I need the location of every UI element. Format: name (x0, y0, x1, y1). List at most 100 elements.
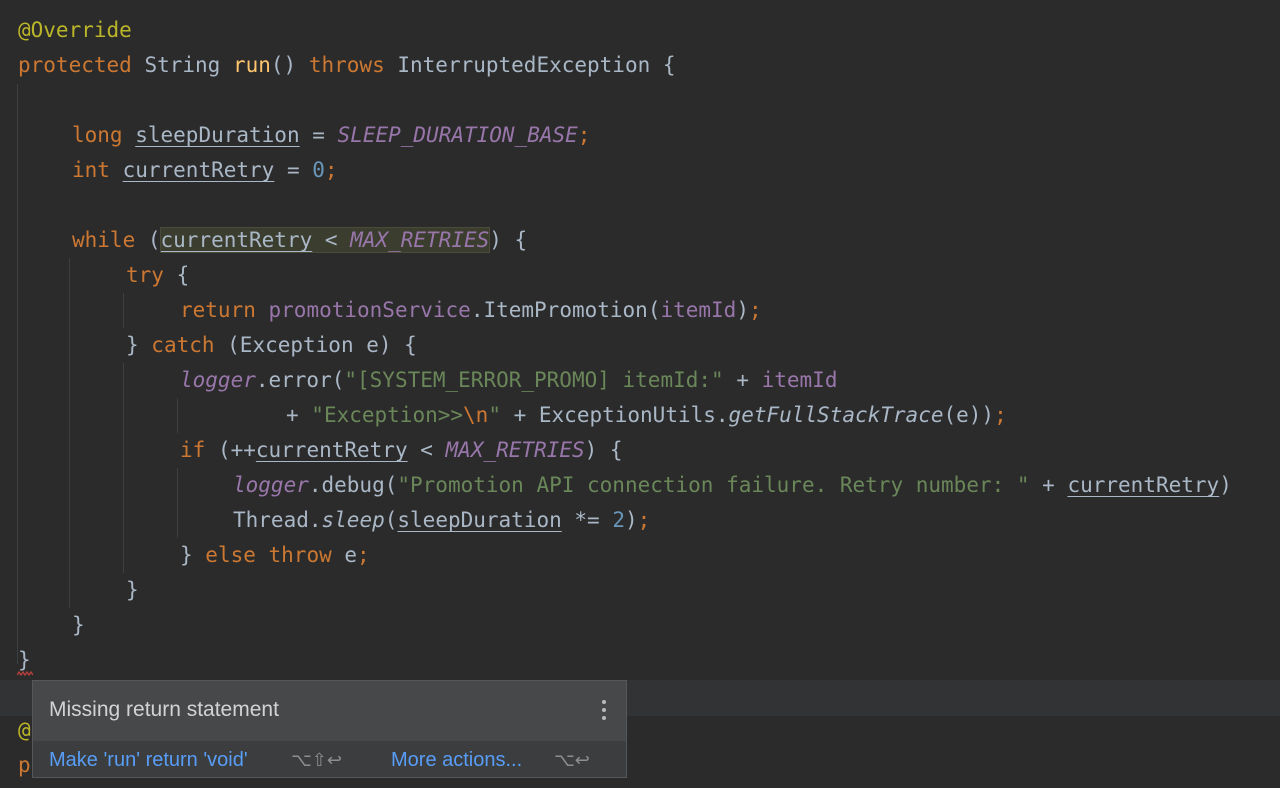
escape-sequence: \n (463, 403, 489, 427)
static-method: sleep (321, 508, 385, 532)
operator: (++ (205, 438, 256, 462)
code-line-6[interactable]: try { (126, 258, 189, 293)
variable: currentRetry (255, 438, 408, 462)
constant: MAX_RETRIES (350, 228, 490, 252)
keyword: try (126, 263, 164, 287)
static-method: getFullStackTrace (728, 403, 944, 427)
field: itemId (660, 298, 737, 322)
brace: } (126, 578, 139, 602)
indent-guide (123, 293, 124, 328)
more-actions-link[interactable]: More actions... (391, 749, 522, 772)
variable: sleepDuration (135, 123, 300, 147)
indent-guide (177, 468, 178, 538)
operator: + (723, 368, 762, 392)
method-call: .debug( (308, 473, 398, 497)
paren: ) { (584, 438, 623, 462)
brace: } (180, 543, 206, 567)
variable: currentRetry (160, 228, 313, 252)
code-line-15[interactable]: } (126, 573, 139, 608)
code-line-5[interactable]: while (currentRetry < MAX_RETRIES) { (72, 223, 527, 258)
operator: = (299, 123, 338, 147)
static-field: logger (180, 368, 256, 392)
parens: () (270, 53, 297, 77)
method-name: run (232, 53, 271, 77)
make-void-action[interactable]: Make 'run' return 'void' (49, 749, 248, 772)
code-line-12[interactable]: logger.debug("Promotion API connection f… (233, 468, 1232, 503)
code-line-9[interactable]: logger.error("[SYSTEM_ERROR_PROMO] itemI… (180, 363, 837, 398)
keyword: else throw (205, 543, 332, 567)
string: "Exception>> (311, 403, 464, 427)
popup-header: Missing return statement (33, 681, 626, 739)
indent-guide (177, 398, 178, 433)
code-line-11[interactable]: if (++currentRetry < MAX_RETRIES) { (180, 433, 623, 468)
operator: + (1029, 473, 1068, 497)
method-call: .error( (255, 368, 345, 392)
semicolon: ; (324, 158, 338, 182)
code-line-4[interactable]: int currentRetry = 0; (72, 153, 338, 188)
keyword: protected (18, 53, 132, 77)
inspection-popup: Missing return statement Make 'run' retu… (32, 680, 627, 778)
variable: currentRetry (122, 158, 275, 182)
code-line-2[interactable]: protected String run() throws Interrupte… (18, 48, 676, 83)
operator: *= (561, 508, 613, 532)
keyword: long (72, 123, 123, 147)
operator: + (286, 403, 312, 427)
code-line-3[interactable]: long sleepDuration = SLEEP_DURATION_BASE… (72, 118, 590, 153)
operator: = (274, 158, 313, 182)
indent-guide (123, 363, 124, 573)
indent-guide (69, 258, 70, 608)
annotation: @Override (18, 18, 132, 42)
keyword: return (180, 298, 256, 322)
exception-type: InterruptedException { (397, 53, 676, 77)
indent-guide (17, 84, 18, 664)
variable: e (331, 543, 358, 567)
popup-title: Missing return statement (49, 698, 279, 721)
paren: ) (736, 298, 749, 322)
paren: ) (625, 508, 638, 532)
operator: < (312, 228, 351, 252)
string: " (488, 403, 501, 427)
code-line-13[interactable]: Thread.sleep(sleepDuration *= 2); (233, 503, 650, 538)
semicolon: ; (577, 123, 591, 147)
catch-clause: (Exception e) { (214, 333, 417, 357)
highlighted-condition: currentRetry < MAX_RETRIES (159, 227, 491, 253)
error-squiggle (17, 671, 33, 676)
variable: currentRetry (1067, 473, 1220, 497)
number: 2 (612, 508, 625, 532)
brace: { (163, 263, 190, 287)
brace: } (126, 333, 152, 357)
next-keyword-peek: p (18, 753, 31, 777)
more-actions-shortcut: ⌥↩ (554, 750, 590, 771)
paren: ) { (489, 228, 528, 252)
make-void-shortcut: ⌥⇧↩ (291, 750, 342, 771)
brace: } (72, 613, 85, 637)
field: itemId (761, 368, 838, 392)
popup-actions: Make 'run' return 'void' ⌥⇧↩ More action… (33, 741, 626, 777)
next-annotation-peek: @ (18, 718, 31, 742)
keyword: int (72, 158, 110, 182)
code-line-7[interactable]: return promotionService.ItemPromotion(it… (180, 293, 762, 328)
closing-brace-error: } (18, 648, 31, 672)
code-line-1[interactable]: @Override (18, 13, 132, 48)
code-line-14[interactable]: } else throw e; (180, 538, 370, 573)
keyword: catch (151, 333, 215, 357)
code-line-16[interactable]: } (72, 608, 85, 643)
number: 0 (312, 158, 325, 182)
code-line-10[interactable]: + "Exception>>\n" + ExceptionUtils.getFu… (286, 398, 1007, 433)
keyword: if (180, 438, 206, 462)
constant: MAX_RETRIES (445, 438, 585, 462)
keyword: while (72, 228, 136, 252)
semicolon: ; (357, 543, 370, 567)
operator: < (407, 438, 446, 462)
paren: ( (135, 228, 161, 252)
semicolon: ; (748, 298, 762, 322)
more-options-icon[interactable] (596, 698, 612, 722)
semicolon: ; (637, 508, 651, 532)
code-editor[interactable]: @Override protected String run() throws … (0, 0, 1280, 788)
variable: sleepDuration (397, 508, 562, 532)
paren: (e)) (943, 403, 995, 427)
code-line-8[interactable]: } catch (Exception e) { (126, 328, 417, 363)
string: "Promotion API connection failure. Retry… (397, 473, 1030, 497)
method-call: .ItemPromotion( (470, 298, 661, 322)
string: "[SYSTEM_ERROR_PROMO] itemId:" (344, 368, 724, 392)
